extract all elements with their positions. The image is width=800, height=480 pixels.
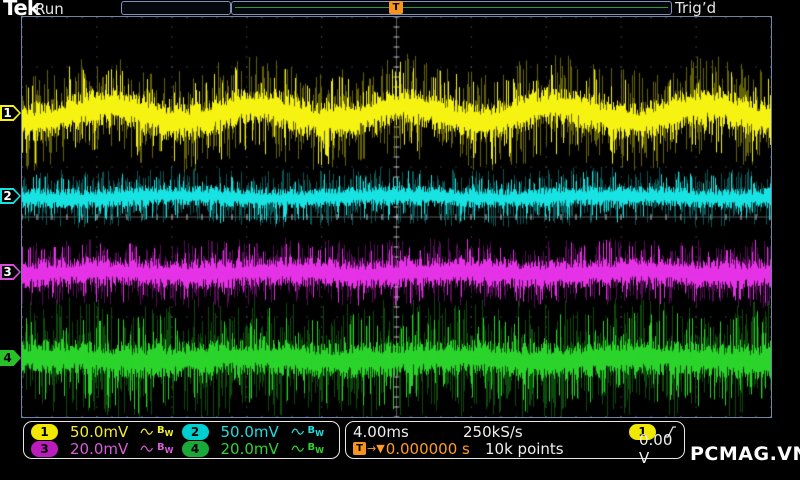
trigger-level-arrow-icon (760, 108, 771, 120)
channel-1-scale: 50.0mV (70, 422, 129, 441)
record-waveform-line (235, 7, 668, 8)
horizontal-trigger-box: 4.00ms 250kS/s 1 T →▼ 0.000000 s 10k poi… (345, 421, 685, 467)
channel-3-badge: 3 (31, 440, 58, 457)
channel-4-marker-label: 4 (3, 351, 12, 365)
channel-2-marker-label: 2 (3, 189, 12, 203)
record-trigger-marker-icon: T (389, 1, 403, 14)
trigger-position-readout: T →▼ 0.000000 s (353, 440, 485, 458)
sample-rate: 250kS/s (463, 422, 523, 441)
channel-3-indicators: BW (140, 442, 173, 455)
ac-coupling-icon (140, 428, 154, 435)
channel-1-badge: 1 (31, 423, 58, 440)
channel-2-position-marker: 2 (0, 188, 21, 204)
channel-readouts-box: 1 50.0mV BW 2 50.0mV BW 3 20.0mV BW 4 20… (23, 421, 340, 459)
ac-coupling-icon (140, 445, 154, 452)
channel-2-indicators: BW (290, 425, 324, 438)
channel-3-marker-label: 3 (3, 265, 12, 279)
trigger-position-value: 0.000000 s (385, 439, 470, 458)
horizontal-scale: 4.00ms (353, 422, 409, 441)
channel-3-readout: 3 20.0mV BW (31, 440, 182, 458)
oscilloscope-screen: Tek Run T Trig’d T 1 2 3 4 1 50.0mV (0, 0, 800, 480)
ac-coupling-icon (290, 445, 304, 452)
record-view-bar-right (231, 1, 672, 15)
channel-3-scale: 20.0mV (70, 439, 129, 458)
channel-1-position-marker: 1 (0, 105, 21, 121)
channel-4-position-marker: 4 (0, 350, 21, 366)
record-view-bar-left (121, 1, 231, 15)
bandwidth-limit-icon: BW (157, 442, 174, 455)
channel-1-indicators: BW (140, 425, 173, 438)
channel-4-scale: 20.0mV (220, 439, 279, 458)
channel-1-marker-label: 1 (3, 106, 12, 120)
trigger-arrow-icons: →▼ (367, 442, 385, 455)
channel-readout-row: 1 50.0mV BW 2 50.0mV BW (31, 422, 333, 441)
trigger-row: T →▼ 0.000000 s 10k points 0.00 V (353, 431, 677, 467)
channel-2-readout: 2 50.0mV BW (181, 422, 333, 441)
waveform-canvas (22, 17, 771, 417)
channel-4-badge: 4 (181, 440, 209, 457)
trigger-level: 0.00 V (639, 430, 673, 467)
bandwidth-limit-icon: BW (307, 442, 324, 455)
channel-2-badge: 2 (181, 423, 209, 440)
graticule (21, 16, 772, 418)
bandwidth-limit-icon: BW (307, 425, 324, 438)
channel-readout-row: 3 20.0mV BW 4 20.0mV BW (31, 439, 333, 458)
channel-3-position-marker: 3 (0, 264, 21, 280)
bandwidth-limit-icon: BW (157, 425, 174, 438)
trigger-level-wrap: 0.00 V (605, 431, 677, 467)
channel-2-scale: 50.0mV (220, 422, 279, 441)
watermark: PCMAG.VN (690, 443, 800, 465)
trigger-status: Trig’d (675, 0, 717, 17)
channel-4-readout: 4 20.0mV BW (181, 439, 333, 458)
record-length: 10k points (485, 439, 564, 458)
trigger-t-icon: T (353, 442, 366, 455)
channel-1-readout: 1 50.0mV BW (31, 423, 182, 441)
channel-4-indicators: BW (290, 442, 324, 455)
ac-coupling-icon (290, 428, 304, 435)
